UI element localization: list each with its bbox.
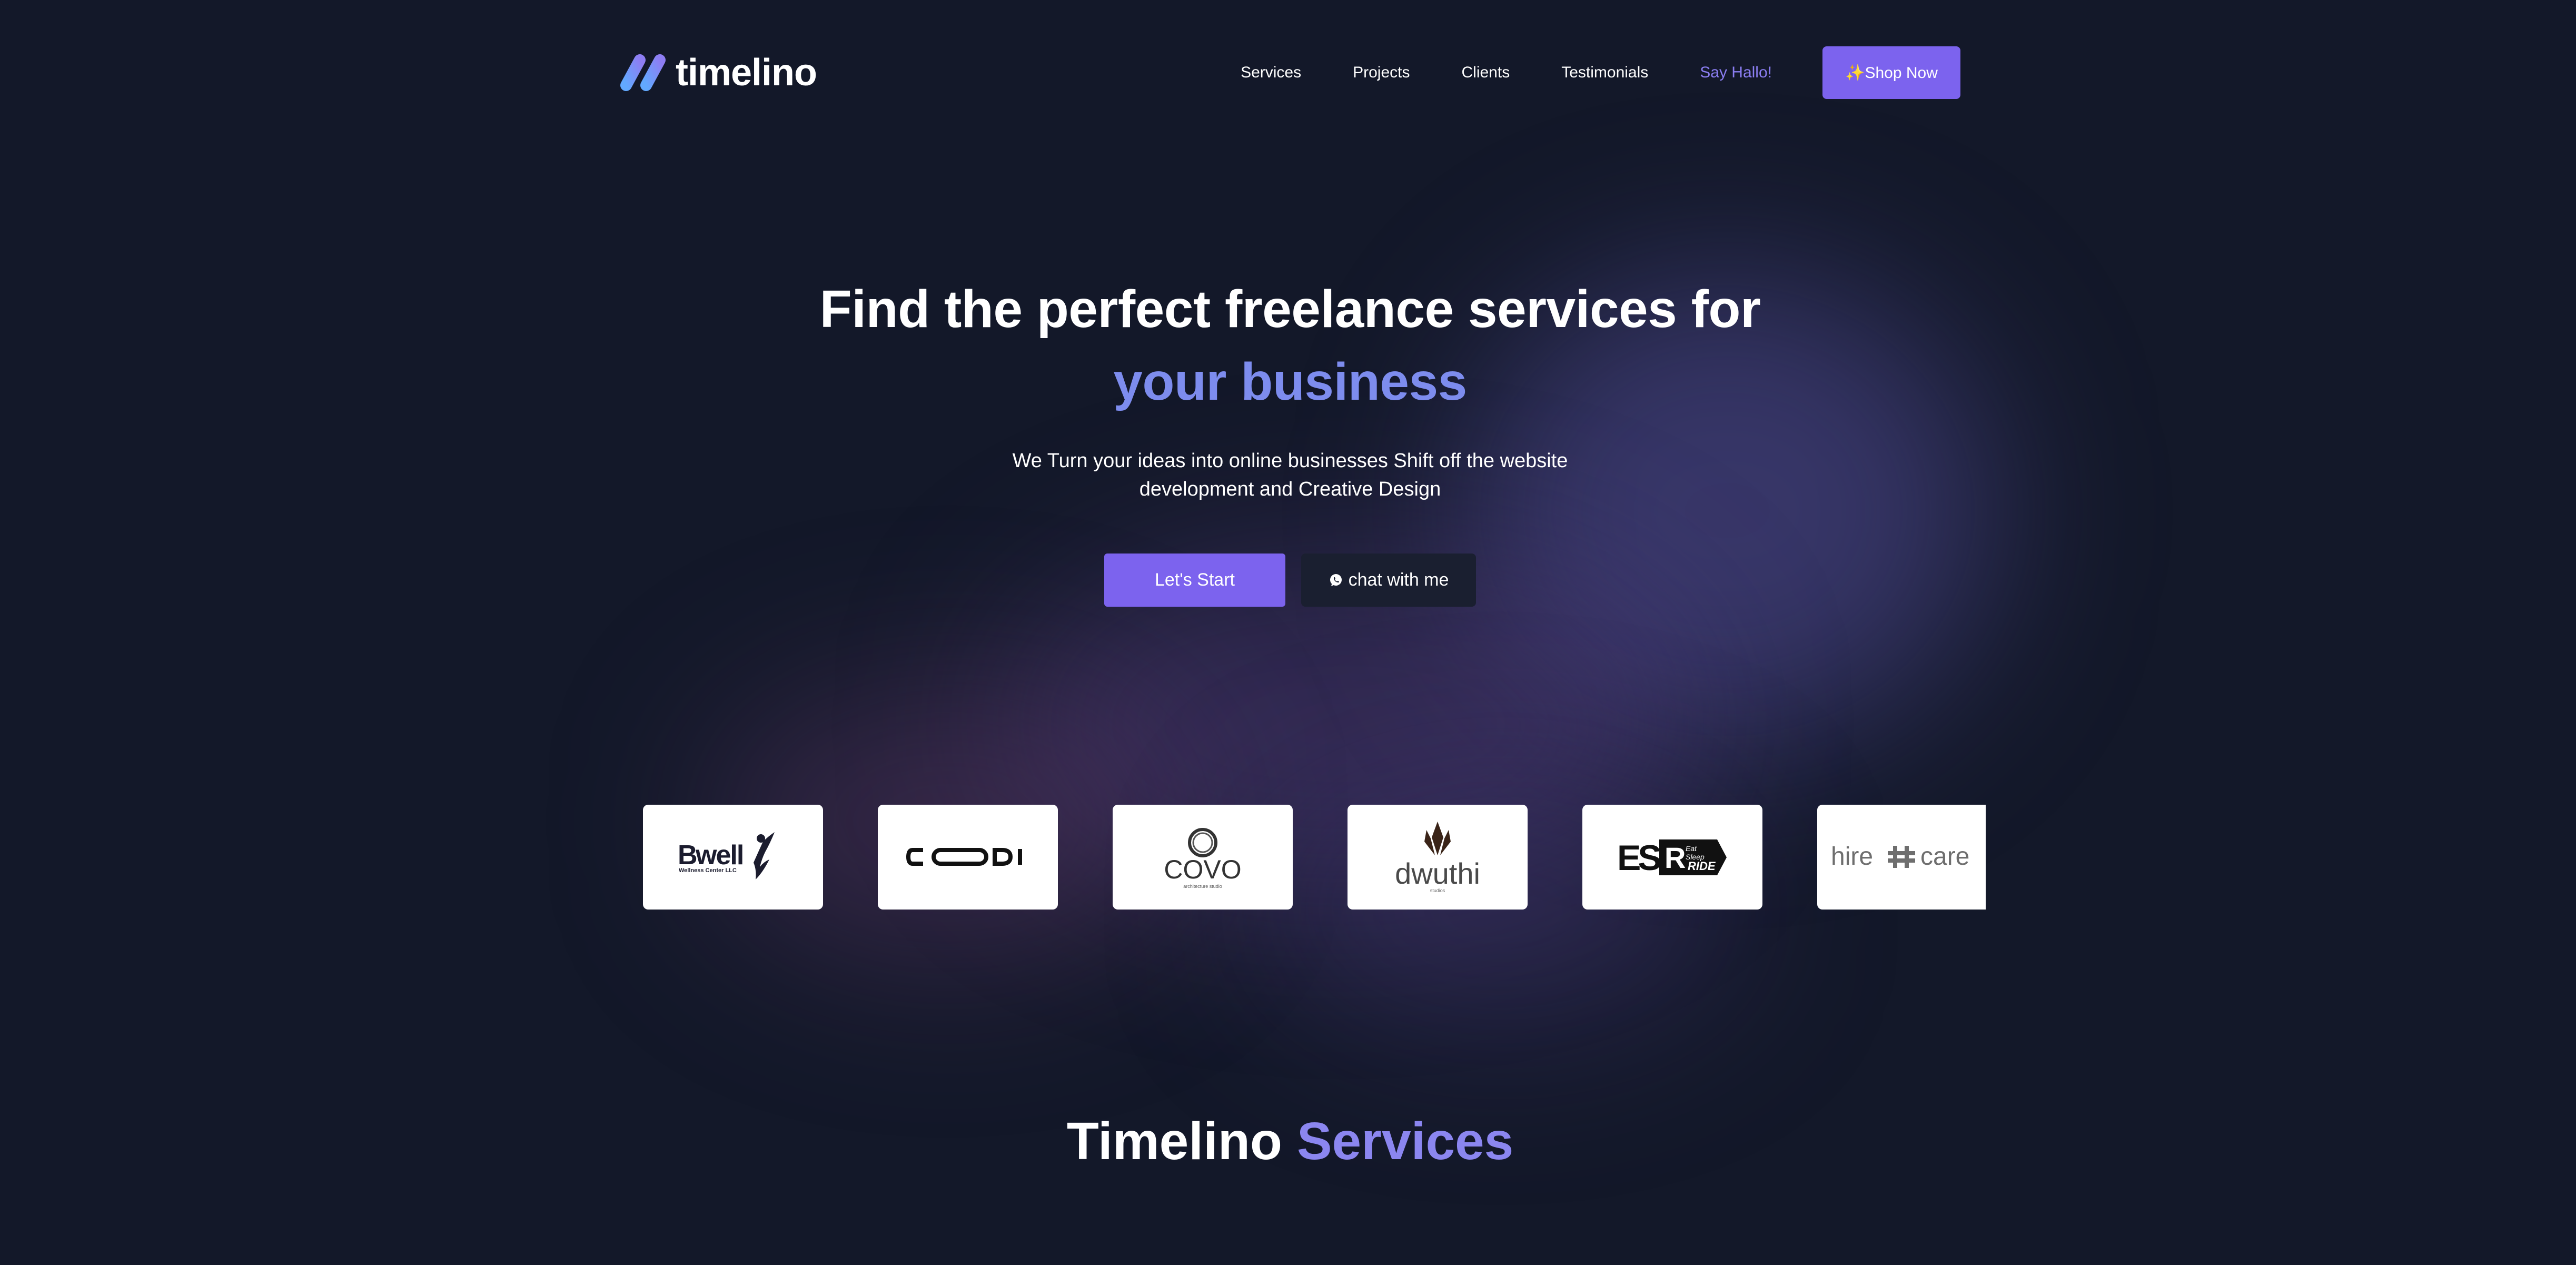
- shop-now-button[interactable]: ✨Shop Now: [1822, 46, 1960, 99]
- site-header: timelino Services Projects Clients Testi…: [619, 46, 1960, 99]
- services-title-accent: Services: [1296, 1112, 1514, 1171]
- client-logo-dwuthi: dwuthi studios: [1348, 805, 1528, 910]
- svg-text:studios: studios: [1430, 888, 1445, 893]
- hero-subtitle-line: development and Creative Design: [1139, 478, 1441, 500]
- client-logo-codi: [878, 805, 1058, 910]
- services-title-main: Timelino: [1066, 1112, 1283, 1171]
- services-section-title: Timelino Services: [895, 1111, 1685, 1172]
- bwell-logo-icon: B well Wellness Center LLC: [678, 832, 775, 879]
- svg-text:B: B: [678, 840, 697, 871]
- client-logos-strip: B well Wellness Center LLC COVO architec…: [643, 805, 1986, 910]
- nav-item-projects[interactable]: Projects: [1353, 64, 1410, 82]
- lets-start-button[interactable]: Let's Start: [1104, 554, 1285, 607]
- svg-text:dwuthi: dwuthi: [1395, 857, 1480, 890]
- svg-text:Wellness Center LLC: Wellness Center LLC: [679, 867, 737, 874]
- whatsapp-icon: [1330, 574, 1342, 586]
- covo-logo-icon: COVO architecture studio: [1164, 828, 1242, 889]
- client-logo-esr: ES R Eat Sleep RIDE: [1582, 805, 1762, 910]
- main-nav: Services Projects Clients Testimonials S…: [1241, 46, 1960, 99]
- svg-text:ES: ES: [1617, 838, 1660, 878]
- hero-title-highlight: your business: [1113, 352, 1467, 411]
- chat-button-label: chat with me: [1348, 570, 1449, 590]
- landing-page: timelino Services Projects Clients Testi…: [0, 0, 2576, 1265]
- hero-subtitle: We Turn your ideas into online businesse…: [974, 447, 1606, 503]
- nav-item-testimonials[interactable]: Testimonials: [1561, 64, 1648, 82]
- dwuthi-logo-icon: dwuthi studios: [1395, 822, 1480, 893]
- svg-text:COVO: COVO: [1164, 855, 1241, 884]
- codi-logo-icon: [906, 848, 1022, 866]
- brand-logo[interactable]: timelino: [619, 51, 817, 95]
- chat-with-me-button[interactable]: chat with me: [1301, 554, 1476, 607]
- svg-text:hire: hire: [1831, 843, 1873, 871]
- nav-item-services[interactable]: Services: [1241, 64, 1301, 82]
- client-logo-covo: COVO architecture studio: [1113, 805, 1293, 910]
- client-logo-hire-care: hire care: [1817, 805, 1986, 910]
- esr-logo-icon: ES R Eat Sleep RIDE: [1617, 838, 1727, 878]
- hero-title: Find the perfect freelance services for: [819, 280, 1761, 339]
- hire-care-logo-icon: hire care: [1831, 843, 1969, 871]
- svg-text:R: R: [1665, 841, 1686, 874]
- brand-name: timelino: [676, 52, 817, 94]
- svg-text:architecture studio: architecture studio: [1183, 884, 1222, 889]
- svg-text:care: care: [1920, 843, 1969, 871]
- logo-mark-icon: [620, 54, 666, 91]
- svg-text:RIDE: RIDE: [1688, 859, 1716, 873]
- svg-text:well: well: [695, 840, 743, 871]
- client-logo-bwell: B well Wellness Center LLC: [643, 805, 823, 910]
- svg-text:Eat: Eat: [1686, 844, 1697, 853]
- nav-item-clients[interactable]: Clients: [1462, 64, 1510, 82]
- background-glow: [1464, 274, 1990, 748]
- hero-subtitle-line: We Turn your ideas into online businesse…: [1012, 450, 1568, 472]
- nav-item-say-hallo[interactable]: Say Hallo!: [1700, 64, 1772, 82]
